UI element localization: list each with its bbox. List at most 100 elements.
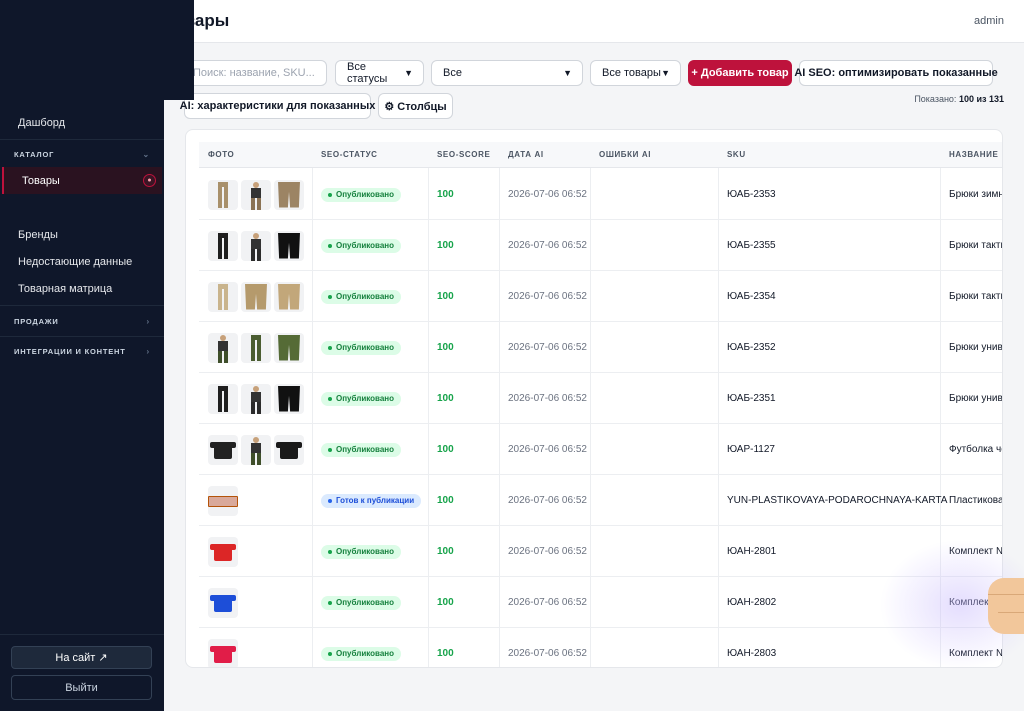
product-thumbnail[interactable]: [208, 434, 238, 465]
product-thumbnail[interactable]: [241, 332, 271, 363]
product-thumbnail[interactable]: [208, 383, 238, 414]
sidebar-section-catalog[interactable]: КАТАЛОГ ⌄: [0, 145, 164, 163]
table-row[interactable]: Опубликовано 100 2026-07-06 06:52 ЮАБ-2354 Б…: [199, 271, 1002, 322]
search-input[interactable]: [176, 60, 327, 86]
product-thumbnail[interactable]: [208, 332, 238, 363]
ai-characteristics-button[interactable]: AI: характеристики для показанных: [180, 93, 375, 119]
sku-cell: ЮАБ-2352: [727, 322, 776, 373]
column-header-seo-status[interactable]: SEO-СТАТУС: [321, 142, 378, 168]
product-name-value[interactable]: Брюки тактич: [949, 240, 1002, 251]
sku-cell: ЮАН-2801: [727, 526, 776, 577]
table-row[interactable]: Опубликовано 100 2026-07-06 06:52 ЮАБ-2352 Б…: [199, 322, 1002, 373]
status-badge: Опубликовано: [321, 646, 402, 661]
sidebar-item-brands[interactable]: Бренды: [0, 221, 164, 248]
table-row[interactable]: Готов к публикации 100 2026-07-06 06:52 YUN…: [199, 475, 1002, 526]
sku-value[interactable]: ЮАБ-2352: [727, 342, 776, 353]
column-header-sku[interactable]: SKU: [727, 142, 746, 168]
sidebar-item-products[interactable]: Товары ●: [2, 167, 162, 194]
sku-value[interactable]: ЮАБ-2355: [727, 240, 776, 251]
seo-score-cell: 100: [437, 475, 454, 526]
sidebar-item-missing-data[interactable]: Недостающие данные: [0, 248, 164, 275]
add-product-button[interactable]: + Добавить товар: [688, 60, 792, 86]
ai-date-value: 2026-07-06 06:52: [508, 597, 587, 608]
column-header-ai-errors[interactable]: ОШИБКИ AI: [599, 142, 651, 168]
pin-icon[interactable]: ●: [143, 174, 156, 187]
product-name-value[interactable]: Комплект №1: [949, 546, 1002, 557]
product-thumbnail[interactable]: [241, 383, 271, 414]
product-thumbnail[interactable]: [274, 230, 304, 261]
seo-score-cell: 100: [437, 220, 454, 271]
column-header-photo[interactable]: ФОТО: [208, 142, 234, 168]
logout-button[interactable]: Выйти: [11, 675, 152, 700]
product-thumbnail[interactable]: [208, 587, 238, 618]
column-header-ai-date[interactable]: ДАТА AI: [508, 142, 544, 168]
product-thumbnail[interactable]: [208, 281, 238, 312]
status-badge-label: Опубликовано: [336, 598, 395, 607]
seo-status-cell: Опубликовано: [321, 628, 402, 667]
product-name-value[interactable]: Пластиковая: [949, 495, 1002, 506]
columns-button[interactable]: ⚙ Столбцы: [378, 93, 453, 119]
seo-status-cell: Опубликовано: [321, 169, 402, 220]
product-thumbnail[interactable]: [208, 230, 238, 261]
product-thumbnail[interactable]: [208, 179, 238, 210]
seo-status-cell: Готов к публикации: [321, 475, 422, 526]
sku-value[interactable]: ЮАБ-2351: [727, 393, 776, 404]
product-name-value[interactable]: Брюки универ: [949, 393, 1002, 404]
seo-status-cell: Опубликовано: [321, 577, 402, 628]
sku-value[interactable]: ЮАБ-2353: [727, 189, 776, 200]
product-thumbnail[interactable]: [208, 536, 238, 567]
product-thumbnail[interactable]: [274, 332, 304, 363]
sku-cell: ЮАБ-2354: [727, 271, 776, 322]
status-dot-icon: [328, 345, 332, 350]
seo-status-cell: Опубликовано: [321, 322, 402, 373]
go-to-site-button[interactable]: На сайт ↗: [11, 646, 152, 669]
column-header-name[interactable]: НАЗВАНИЕ: [949, 142, 998, 168]
sidebar-section-integrations[interactable]: ИНТЕГРАЦИИ И КОНТЕНТ ›: [0, 342, 164, 360]
ai-date-cell: 2026-07-06 06:52: [508, 220, 587, 271]
table-row[interactable]: Опубликовано 100 2026-07-06 06:52 ЮАН-2802 К…: [199, 577, 1002, 628]
goods-filter-select[interactable]: Все товары ▼: [590, 60, 681, 86]
user-menu[interactable]: admin: [974, 15, 1004, 27]
product-name-value[interactable]: Комплект №2: [949, 648, 1002, 659]
product-thumbnail[interactable]: [274, 434, 304, 465]
product-name-value[interactable]: Комплект: [949, 597, 993, 608]
table-row[interactable]: Опубликовано 100 2026-07-06 06:52 ЮАР-1127 Ф…: [199, 424, 1002, 475]
sku-value[interactable]: ЮАН-2801: [727, 546, 776, 557]
sidebar-item-product-matrix[interactable]: Товарная матрица: [0, 275, 164, 302]
ai-seo-optimize-button[interactable]: AI SEO: оптимизировать показанные: [794, 60, 998, 86]
sku-value[interactable]: ЮАБ-2354: [727, 291, 776, 302]
product-thumbnail[interactable]: [208, 485, 238, 516]
product-thumbnail[interactable]: [241, 179, 271, 210]
sku-value[interactable]: ЮАР-1127: [727, 444, 775, 455]
product-thumbnail[interactable]: [274, 179, 304, 210]
sidebar-section-sales[interactable]: ПРОДАЖИ ›: [0, 312, 164, 330]
product-name-cell: Комплект №1: [949, 526, 1002, 577]
chevron-right-icon: ›: [146, 316, 150, 326]
table-row[interactable]: Опубликовано 100 2026-07-06 06:52 ЮАБ-2353 Б…: [199, 169, 1002, 220]
product-name-value[interactable]: Футболка чер: [949, 444, 1002, 455]
sku-cell: ЮАБ-2351: [727, 373, 776, 424]
table-row[interactable]: Опубликовано 100 2026-07-06 06:52 ЮАБ-2355 Б…: [199, 220, 1002, 271]
product-thumbnail[interactable]: [241, 230, 271, 261]
column-header-seo-score[interactable]: SEO-SCORE: [437, 142, 490, 168]
product-name-value[interactable]: Брюки зимни: [949, 189, 1002, 200]
product-name-cell: Брюки универ: [949, 322, 1002, 373]
sidebar-item-dashboard[interactable]: Дашборд: [0, 109, 164, 136]
table-row[interactable]: Опубликовано 100 2026-07-06 06:52 ЮАН-2801 К…: [199, 526, 1002, 577]
product-thumbnail[interactable]: [241, 281, 271, 312]
sku-cell: ЮАР-1127: [727, 424, 775, 475]
table-row[interactable]: Опубликовано 100 2026-07-06 06:52 ЮАН-2803 К…: [199, 628, 1002, 667]
product-thumbnail[interactable]: [274, 383, 304, 414]
category-filter-select[interactable]: Все ▼: [431, 60, 583, 86]
product-thumbnail[interactable]: [241, 434, 271, 465]
sku-value[interactable]: ЮАН-2802: [727, 597, 776, 608]
product-thumbnail[interactable]: [274, 281, 304, 312]
table-row[interactable]: Опубликовано 100 2026-07-06 06:52 ЮАБ-2351 Б…: [199, 373, 1002, 424]
status-filter-select[interactable]: Все статусы ▼: [335, 60, 424, 86]
sku-value[interactable]: YUN-PLASTIKOVAYA-PODAROCHNAYA-KARTA: [727, 495, 947, 506]
product-name-value[interactable]: Брюки тактич: [949, 291, 1002, 302]
product-thumbnail[interactable]: [208, 638, 238, 667]
seo-score-value: 100: [437, 189, 454, 200]
sku-value[interactable]: ЮАН-2803: [727, 648, 776, 659]
product-name-value[interactable]: Брюки универ: [949, 342, 1002, 353]
